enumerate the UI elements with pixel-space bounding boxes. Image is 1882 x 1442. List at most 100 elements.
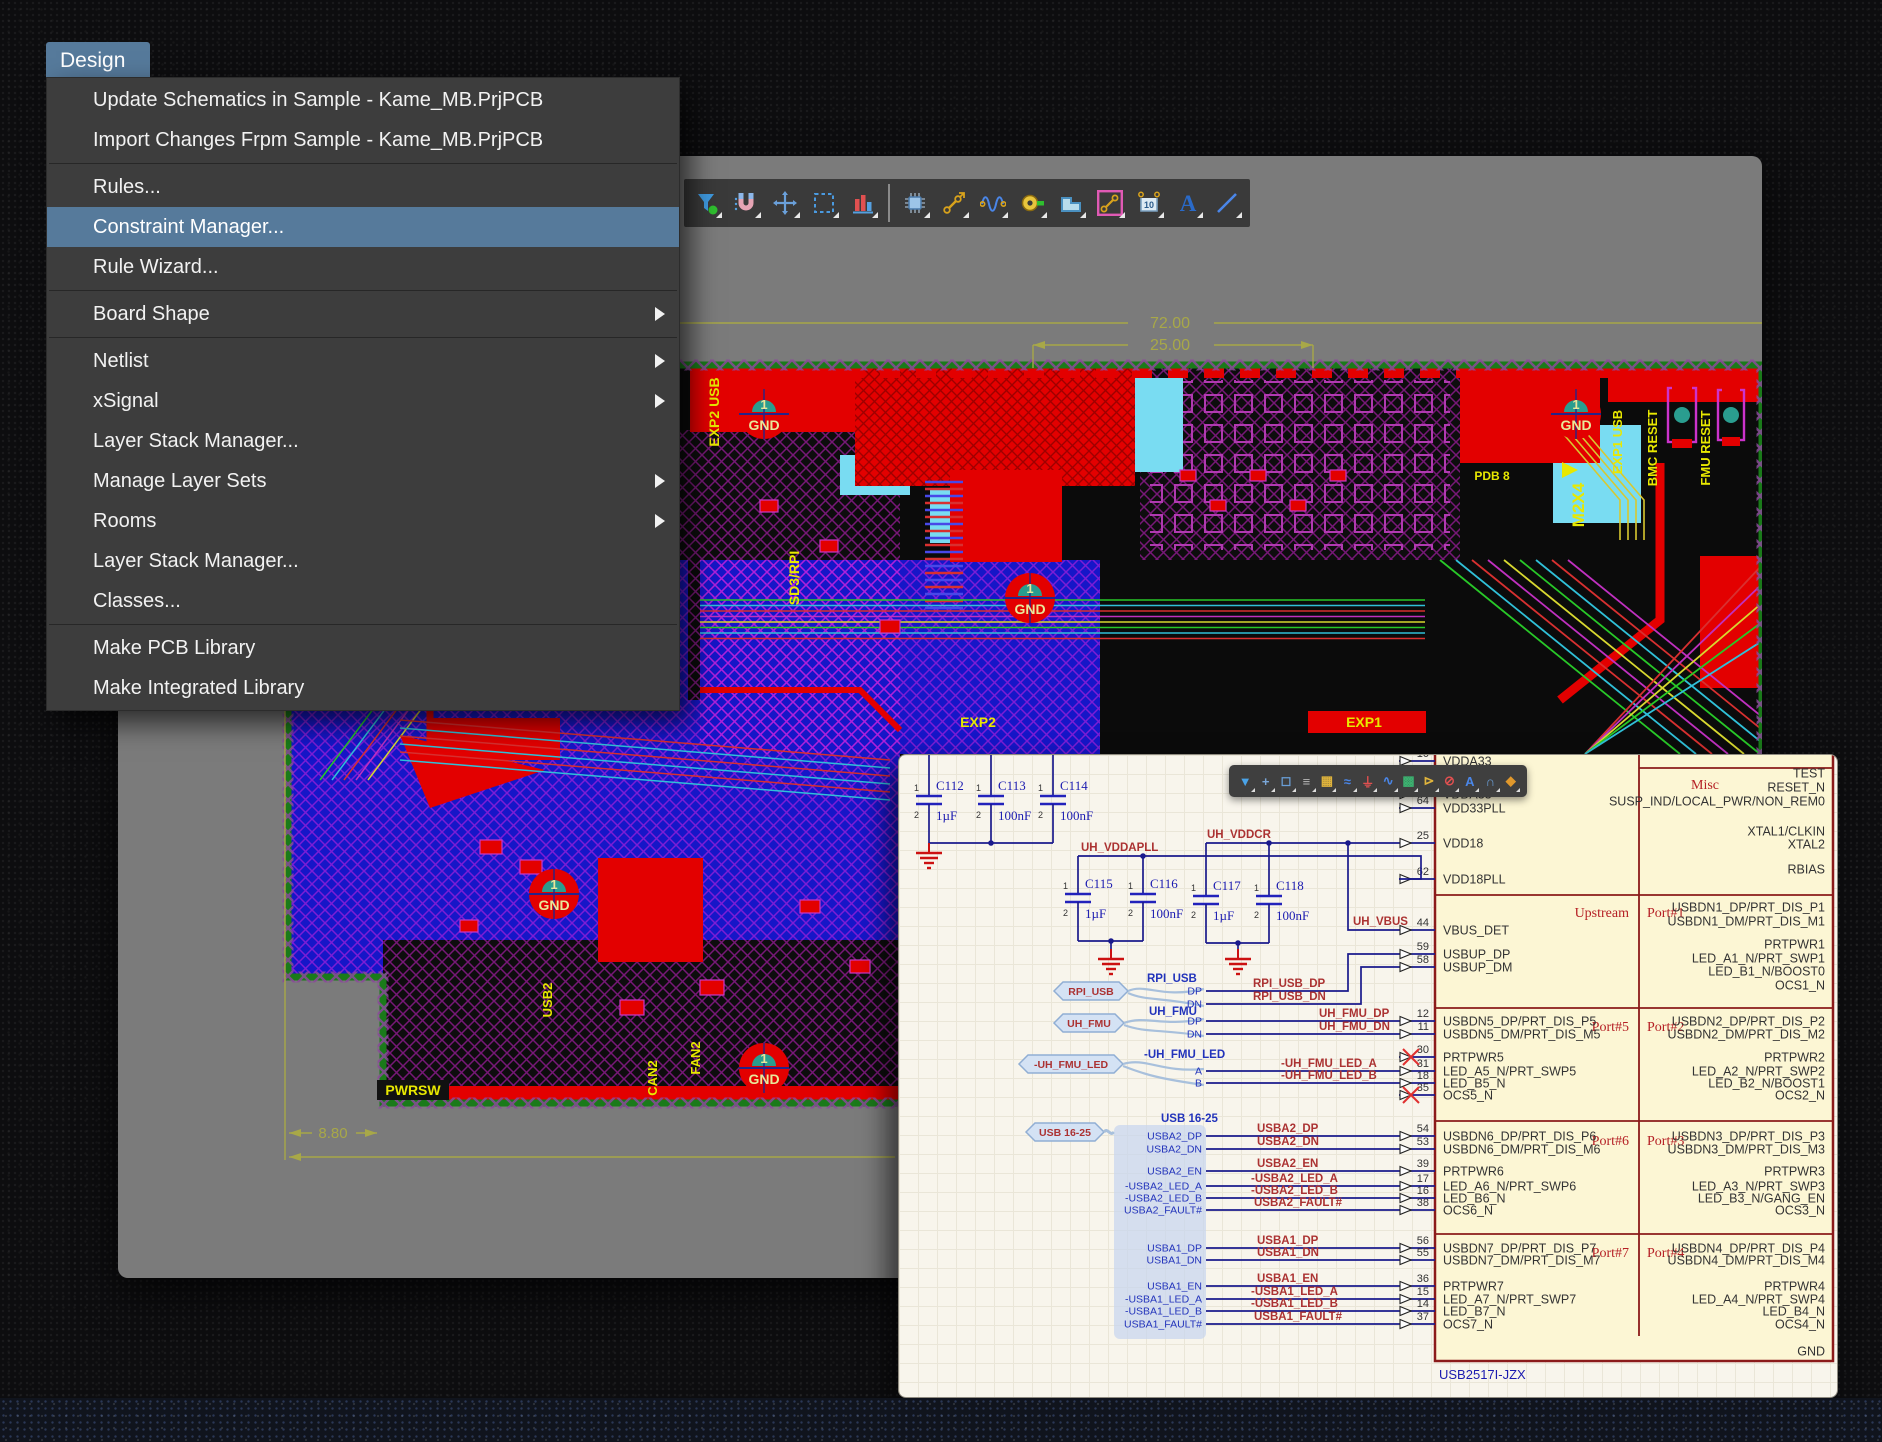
gnd-testpoint[interactable]: 1GND: [739, 1043, 789, 1093]
menu-separator: [49, 290, 677, 291]
interactive-route-icon[interactable]: [937, 186, 971, 220]
place-arc-icon[interactable]: ∩: [1482, 769, 1499, 793]
dimension-value: 72.00: [1150, 315, 1190, 332]
no-erc-icon[interactable]: ⊘: [1441, 769, 1458, 793]
sheet-entry-port[interactable]: UH_FMU: [1054, 1014, 1124, 1032]
pin-name: OCS4_N: [1775, 1318, 1825, 1332]
schematic-canvas[interactable]: MiscUpstreamPort#1Port#5Port#2Port#6Port…: [899, 755, 1838, 1398]
bus-stub-label: USBA2_EN: [1147, 1166, 1202, 1178]
align-objects-icon[interactable]: [846, 186, 880, 220]
menu-item-make-integrated-library[interactable]: Make Integrated Library: [47, 668, 679, 708]
cap-designator: C118: [1276, 878, 1304, 893]
route-selected-icon[interactable]: [1093, 186, 1127, 220]
menu-item-classes[interactable]: Classes...: [47, 581, 679, 621]
menu-item-rules[interactable]: Rules...: [47, 167, 679, 207]
menu-item-manage-layer-sets[interactable]: Manage Layer Sets: [47, 461, 679, 501]
port-label: RPI_USB: [1068, 986, 1114, 998]
silkscreen-label: M2X4: [1569, 482, 1588, 527]
place-dimension-icon[interactable]: 10: [1132, 186, 1166, 220]
capacitor-c114[interactable]: 12C114100nF: [1038, 755, 1093, 843]
menu-item-rooms[interactable]: Rooms: [47, 501, 679, 541]
select-area-icon[interactable]: [807, 186, 841, 220]
pin-name: LED_B7_N: [1443, 1305, 1506, 1319]
testpoint-pin-label: 1: [1572, 397, 1579, 412]
menu-item-make-pcb-library[interactable]: Make PCB Library: [47, 628, 679, 668]
place-text-icon[interactable]: A: [1171, 186, 1205, 220]
submenu-arrow-icon: [655, 514, 665, 528]
menu-item-layer-stack-manager[interactable]: Layer Stack Manager...: [47, 541, 679, 581]
place-text-icon[interactable]: A: [1461, 769, 1478, 793]
schematic-window[interactable]: MiscUpstreamPort#1Port#5Port#2Port#6Port…: [898, 754, 1838, 1398]
magnet-icon[interactable]: [729, 186, 763, 220]
sheet-entry-port[interactable]: USB 16-25: [1026, 1123, 1104, 1141]
pin-name: RESET_N: [1767, 781, 1825, 795]
capacitor-c113[interactable]: 12C113100nF: [976, 755, 1031, 843]
pin-name: OCS2_N: [1775, 1089, 1825, 1103]
cap-designator: C113: [998, 778, 1026, 793]
menu-item-import-changes-frpm-sample-kame-mb-prjpcb[interactable]: Import Changes Frpm Sample - Kame_MB.Prj…: [47, 120, 679, 160]
place-junction-icon[interactable]: ◆: [1502, 769, 1519, 793]
capacitor-c112[interactable]: 12C1121µF: [914, 755, 964, 843]
sheet-entry-port[interactable]: -UH_FMU_LED: [1019, 1055, 1123, 1073]
sheet-entry-port[interactable]: RPI_USB: [1054, 982, 1128, 1000]
place-part-icon[interactable]: ▦: [1318, 769, 1335, 793]
gnd-testpoint[interactable]: 1 GND: [1551, 389, 1601, 439]
select-area-icon[interactable]: ◻: [1278, 769, 1295, 793]
net-label: USBA2_DN: [1257, 1136, 1319, 1148]
gnd-testpoint[interactable]: 1GND: [739, 389, 789, 439]
bus-stub-label: USBA2_FAULT#: [1124, 1205, 1202, 1217]
filter-icon[interactable]: ▼: [1237, 769, 1254, 793]
capacitor-c118[interactable]: 12C118100nF: [1254, 843, 1309, 943]
place-signal-icon[interactable]: ∿: [1380, 769, 1397, 793]
gnd-testpoint[interactable]: 1GND: [1005, 573, 1055, 623]
menu-design[interactable]: Design: [46, 42, 150, 80]
menu-item-netlist[interactable]: Netlist: [47, 341, 679, 381]
pin-name: GND: [1797, 1345, 1825, 1359]
cap-value: 100nF: [998, 808, 1031, 823]
pin-number: 37: [1417, 1311, 1429, 1323]
pin-number: 10: [1417, 755, 1429, 760]
capacitor-c115[interactable]: 12C1151µF: [1063, 856, 1113, 941]
cap-value: 100nF: [1276, 908, 1309, 923]
filter-icon[interactable]: [690, 186, 724, 220]
net-label: USBA2_DP: [1257, 1123, 1319, 1135]
move-cursor-icon[interactable]: [768, 186, 802, 220]
place-wire-icon[interactable]: ≈: [1339, 769, 1356, 793]
capacitor-c117[interactable]: 12C1171µF: [1191, 843, 1241, 943]
cap-pin-1: 1: [1254, 883, 1259, 893]
pin-number: 55: [1417, 1247, 1429, 1259]
silkscreen-label: FAN2: [688, 1041, 703, 1074]
cap-pin-2: 2: [914, 810, 919, 820]
testpoint-net-label: GND: [748, 417, 779, 433]
menu-item-rule-wizard[interactable]: Rule Wizard...: [47, 247, 679, 287]
net-label: -UH_FMU_LED_A: [1281, 1058, 1377, 1070]
testpoint-net-label: GND: [1560, 417, 1591, 433]
menu-item-board-shape[interactable]: Board Shape: [47, 294, 679, 334]
menu-item-constraint-manager[interactable]: Constraint Manager...: [47, 207, 679, 247]
menu-item-layer-stack-manager[interactable]: Layer Stack Manager...: [47, 421, 679, 461]
pin-name: USBDN6_DP/PRT_DIS_P6: [1443, 1130, 1596, 1144]
place-component-icon[interactable]: [898, 186, 932, 220]
pin-number: 56: [1417, 1235, 1429, 1247]
place-line-icon[interactable]: [1210, 186, 1244, 220]
pin-name: USBDN7_DM/PRT_DIS_M7: [1443, 1254, 1601, 1268]
polygon-pour-icon[interactable]: [1054, 186, 1088, 220]
place-harness-icon[interactable]: ⊳: [1421, 769, 1438, 793]
align-objects-icon[interactable]: ≡: [1298, 769, 1315, 793]
testpoint-net-label: GND: [748, 1071, 779, 1087]
place-gnd-icon[interactable]: ⏚: [1359, 769, 1376, 793]
menu-item-update-schematics-in-sample-kame-mb-prjpcb[interactable]: Update Schematics in Sample - Kame_MB.Pr…: [47, 80, 679, 120]
place-sheet-icon[interactable]: ▩: [1400, 769, 1417, 793]
dimension-value: 8.80: [318, 1125, 347, 1142]
pin-number: 53: [1417, 1136, 1429, 1148]
place-via-icon[interactable]: [1015, 186, 1049, 220]
bus-stub-label: USBA1_DP: [1147, 1243, 1202, 1255]
move-cursor-icon[interactable]: +: [1257, 769, 1274, 793]
gnd-testpoint[interactable]: 1GND: [529, 869, 579, 919]
tune-length-icon[interactable]: [976, 186, 1010, 220]
menu-item-xsignal[interactable]: xSignal: [47, 381, 679, 421]
capacitor-c116[interactable]: 12C116100nF: [1128, 856, 1183, 941]
pin-number: 17: [1417, 1173, 1429, 1185]
bus-stub-label: DN: [1187, 1029, 1202, 1041]
menu-separator: [49, 163, 677, 164]
